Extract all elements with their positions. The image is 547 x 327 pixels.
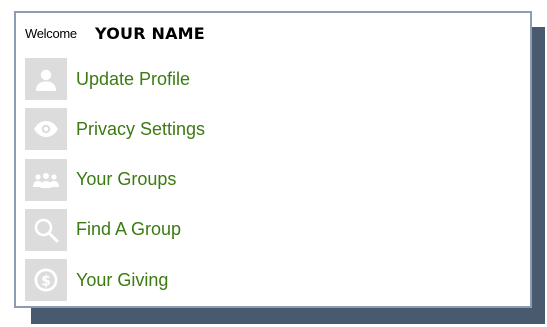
menu-item-label: Update Profile [76, 68, 191, 89]
eye-icon [25, 108, 67, 151]
search-icon [25, 208, 67, 251]
account-menu-panel: Welcome YOUR NAME Update Profile Privacy … [14, 11, 532, 308]
menu-item-label: Find A Group [76, 219, 182, 240]
menu-item-find-a-group[interactable]: Find A Group [25, 208, 515, 251]
group-icon [25, 158, 67, 201]
svg-text:$: $ [41, 273, 51, 289]
menu-item-privacy-settings[interactable]: Privacy Settings [25, 108, 515, 151]
menu-item-label: Privacy Settings [76, 118, 206, 139]
menu-item-label: Your Giving [76, 269, 169, 290]
welcome-text: Welcome [25, 26, 77, 41]
menu-item-label: Your Groups [76, 169, 177, 190]
menu-item-update-profile[interactable]: Update Profile [25, 58, 515, 100]
menu-item-your-groups[interactable]: Your Groups [25, 158, 515, 201]
welcome-header: Welcome YOUR NAME [25, 24, 425, 46]
user-name: YOUR NAME [95, 24, 205, 43]
menu-item-your-giving[interactable]: $ Your Giving [25, 259, 515, 302]
dollar-coin-icon: $ [25, 259, 67, 302]
user-icon [25, 58, 67, 100]
account-menu: Update Profile Privacy Settings Your Gro… [25, 58, 515, 309]
